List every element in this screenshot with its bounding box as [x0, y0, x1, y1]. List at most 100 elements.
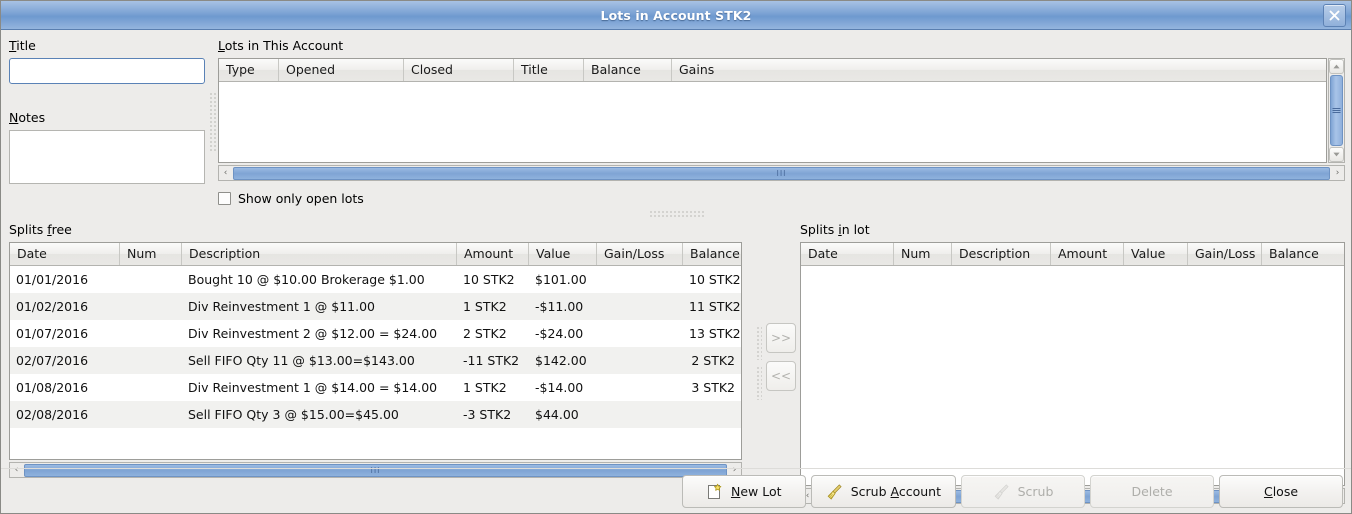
cell-amount: 1 STK2 — [457, 380, 529, 395]
dialog-content: Title Notes Lots in This Account Type Op… — [1, 30, 1351, 514]
splits-free-label: Splits free — [9, 222, 742, 237]
horizontal-splitter-grip[interactable] — [649, 210, 705, 217]
lots-column-closed[interactable]: Closed — [404, 59, 514, 81]
transfer-buttons: >> << — [766, 323, 796, 391]
lots-vertical-scrollbar[interactable] — [1328, 58, 1345, 163]
table-row[interactable]: 01/08/2016Div Reinvestment 1 @ $14.00 = … — [10, 374, 741, 401]
splits-in-lot-column-date[interactable]: Date — [801, 243, 894, 265]
notes-label: Notes — [9, 110, 205, 125]
notes-textarea[interactable] — [9, 130, 205, 184]
lots-column-type[interactable]: Type — [219, 59, 279, 81]
splits-in-lot-column-gainloss[interactable]: Gain/Loss — [1188, 243, 1262, 265]
lots-horizontal-scroll-thumb[interactable]: III — [233, 167, 1330, 180]
cell-balance: 13 STK2 — [683, 326, 741, 341]
splits-in-lot-column-value[interactable]: Value — [1124, 243, 1188, 265]
cell-date: 01/07/2016 — [10, 326, 120, 341]
cell-amount: -3 STK2 — [457, 407, 529, 422]
splits-free-column-value[interactable]: Value — [529, 243, 597, 265]
cell-date: 02/07/2016 — [10, 353, 120, 368]
cell-balance: 11 STK2 — [683, 299, 741, 314]
broom-icon — [993, 483, 1011, 501]
show-open-lots-checkbox-row[interactable]: Show only open lots — [218, 191, 364, 206]
splits-free-column-amount[interactable]: Amount — [457, 243, 529, 265]
scrub-account-button-label: Scrub Account — [851, 484, 941, 499]
scroll-up-icon[interactable] — [1329, 59, 1344, 74]
table-row[interactable]: 01/07/2016 Div Reinvestment 2 @ $12.00 = … — [10, 320, 741, 347]
add-to-lot-button[interactable]: >> — [766, 323, 796, 353]
splits-free-table[interactable]: Date Num Description Amount Value Gain/L… — [9, 242, 742, 460]
splits-free-scroll-thumb[interactable]: III — [24, 464, 727, 477]
splits-free-body: Date Num Description Amount Value Gain/L… — [9, 242, 742, 478]
cell-balance: 2 STK2 — [683, 353, 741, 368]
cell-description: Div Reinvestment 1 @ $14.00 = $14.00 — [182, 380, 457, 395]
remove-from-lot-button[interactable]: << — [766, 361, 796, 391]
table-row[interactable]: 01/02/2016 Div Reinvestment 1 @ $11.001 S… — [10, 293, 741, 320]
new-lot-button[interactable]: New Lot — [682, 475, 806, 508]
lots-table[interactable]: Type Opened Closed Title Balance Gains — [218, 58, 1327, 163]
splits-in-lot-label: Splits in lot — [800, 222, 1345, 237]
title-bar: Lots in Account STK2 — [1, 1, 1351, 30]
scroll-right-icon[interactable]: › — [1331, 166, 1344, 180]
show-open-lots-checkbox[interactable] — [218, 192, 231, 205]
cell-description: Sell FIFO Qty 11 @ $13.00=$143.00 — [182, 353, 457, 368]
close-icon — [1328, 9, 1341, 22]
cell-value: $101.00 — [529, 272, 597, 287]
top-region: Title Notes Lots in This Account Type Op… — [1, 30, 1352, 182]
cell-date: 02/08/2016 — [10, 407, 120, 422]
scroll-down-icon[interactable] — [1329, 147, 1344, 162]
scroll-left-icon[interactable]: ‹ — [219, 166, 232, 180]
splits-free-header: Date Num Description Amount Value Gain/L… — [10, 243, 741, 266]
vertical-splitter-grip[interactable] — [209, 92, 217, 152]
splits-in-lot-column-num[interactable]: Num — [894, 243, 952, 265]
scrub-account-button[interactable]: Scrub Account — [811, 475, 956, 508]
splits-in-lot-column-description[interactable]: Description — [952, 243, 1051, 265]
splits-in-lot-table[interactable]: Date Num Description Amount Value Gain/L… — [800, 242, 1345, 486]
close-button[interactable] — [1323, 4, 1346, 27]
splits-in-lot-column-balance[interactable]: Balance — [1262, 243, 1344, 265]
lots-horizontal-scrollbar[interactable]: ‹ III › — [218, 165, 1345, 181]
scroll-left-icon[interactable]: ‹ — [10, 463, 23, 477]
lots-table-wrap: Type Opened Closed Title Balance Gains — [218, 58, 1345, 163]
lots-column-gains[interactable]: Gains — [672, 59, 1326, 81]
delete-button[interactable]: Delete — [1090, 475, 1214, 508]
splits-in-lot-column-amount[interactable]: Amount — [1051, 243, 1124, 265]
lots-vertical-scroll-thumb[interactable] — [1330, 75, 1343, 146]
splits-free-column-num[interactable]: Num — [120, 243, 182, 265]
lots-in-account-label: Lots in This Account — [218, 38, 1345, 53]
table-row[interactable]: 02/07/2016 Sell FIFO Qty 11 @ $13.00=$143… — [10, 347, 741, 374]
cell-description: Div Reinvestment 1 @ $11.00 — [182, 299, 457, 314]
close-dialog-button[interactable]: Close — [1219, 475, 1343, 508]
splits-free-horizontal-scrollbar[interactable]: ‹ III › — [9, 462, 742, 478]
title-input[interactable] — [9, 58, 205, 84]
splits-in-lot-header: Date Num Description Amount Value Gain/L… — [801, 243, 1344, 266]
cell-balance: 10 STK2 — [683, 272, 741, 287]
cell-value: -$24.00 — [529, 326, 597, 341]
cell-value: -$11.00 — [529, 299, 597, 314]
cell-date: 01/01/2016 — [10, 272, 120, 287]
splits-in-lot-body: Date Num Description Amount Value Gain/L… — [800, 242, 1345, 504]
cell-value: $142.00 — [529, 353, 597, 368]
splits-free-column-description[interactable]: Description — [182, 243, 457, 265]
splits-free-column-gainloss[interactable]: Gain/Loss — [597, 243, 683, 265]
cell-description: Div Reinvestment 2 @ $12.00 = $24.00 — [182, 326, 457, 341]
table-row[interactable]: 02/08/2016Sell FIFO Qty 3 @ $15.00=$45.0… — [10, 401, 741, 428]
broom-icon — [826, 483, 844, 501]
close-dialog-button-label: Close — [1264, 484, 1298, 499]
show-open-lots-label: Show only open lots — [238, 191, 364, 206]
transfer-grip-bottom[interactable] — [756, 366, 762, 400]
notes-field-block: Notes — [9, 110, 205, 187]
cell-amount: 1 STK2 — [457, 299, 529, 314]
cell-date: 01/02/2016 — [10, 299, 120, 314]
scrub-button[interactable]: Scrub — [961, 475, 1085, 508]
transfer-grip-top[interactable] — [756, 326, 762, 360]
splits-free-column-balance[interactable]: Balance — [683, 243, 741, 265]
cell-value: $44.00 — [529, 407, 597, 422]
scrub-button-label: Scrub — [1018, 484, 1054, 499]
cell-value: -$14.00 — [529, 380, 597, 395]
lots-column-title[interactable]: Title — [514, 59, 584, 81]
splits-free-column-date[interactable]: Date — [10, 243, 120, 265]
lots-column-balance[interactable]: Balance — [584, 59, 672, 81]
lots-column-opened[interactable]: Opened — [279, 59, 404, 81]
table-row[interactable]: 01/01/2016 Bought 10 @ $10.00 Brokerage $… — [10, 266, 741, 293]
cell-description: Bought 10 @ $10.00 Brokerage $1.00 — [182, 272, 457, 287]
